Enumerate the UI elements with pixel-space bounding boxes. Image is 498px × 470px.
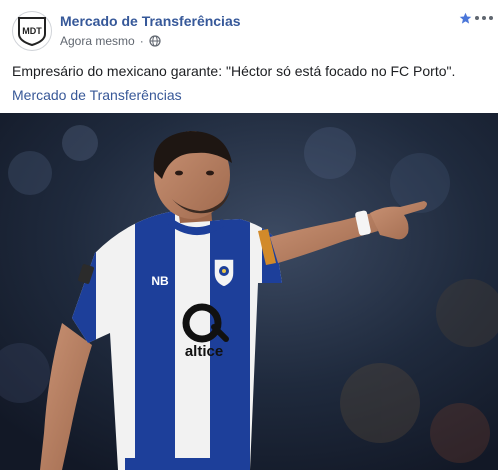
mdt-logo-icon: MDT xyxy=(18,17,46,47)
more-dot xyxy=(475,16,479,20)
sponsor-text: altice xyxy=(185,343,223,360)
meta-separator: · xyxy=(139,34,144,48)
kit-maker-logo: NB xyxy=(151,274,169,288)
page-avatar[interactable]: MDT xyxy=(12,11,52,51)
avatar-logo-text: MDT xyxy=(22,26,42,36)
club-crest-icon xyxy=(213,258,235,288)
post-photo[interactable]: NB altice xyxy=(0,113,498,470)
post-meta: Agora mesmo · xyxy=(60,34,161,48)
post-text: Empresário do mexicano garante: "Héctor … xyxy=(12,63,456,79)
post-header: MDT Mercado de Transferências Agora mesm… xyxy=(0,0,498,60)
player-eye xyxy=(206,170,214,176)
page-name-link[interactable]: Mercado de Transferências xyxy=(60,13,241,29)
player-eye xyxy=(175,170,183,176)
more-options-icon[interactable] xyxy=(475,16,493,20)
star-icon[interactable] xyxy=(459,12,472,25)
more-dot xyxy=(482,16,486,20)
post-timestamp[interactable]: Agora mesmo xyxy=(60,34,135,48)
post-link[interactable]: Mercado de Transferências xyxy=(12,86,182,104)
player-shorts xyxy=(125,458,245,470)
more-dot xyxy=(489,16,493,20)
globe-icon[interactable] xyxy=(149,35,161,47)
